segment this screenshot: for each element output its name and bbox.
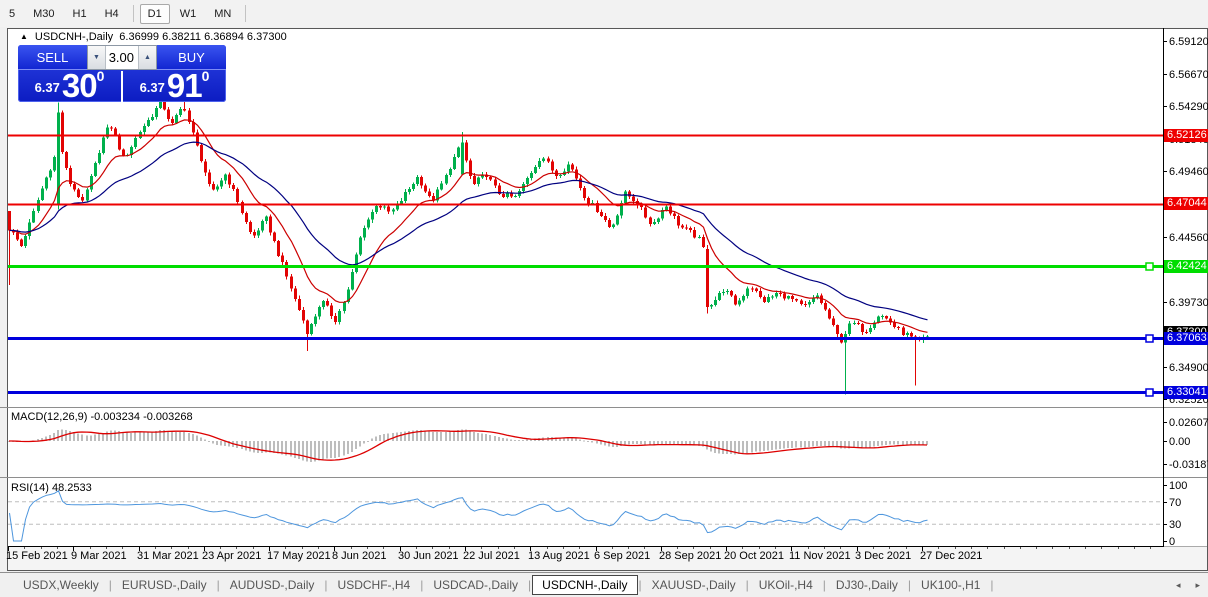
- tab-scroll-left-icon[interactable]: ◂: [1176, 580, 1181, 591]
- timeframe-button-5[interactable]: 5: [1, 4, 23, 24]
- buy-price-small: 6.37: [139, 80, 165, 95]
- tab-scroll-right-icon[interactable]: ▸: [1195, 580, 1200, 591]
- buy-price-display[interactable]: 6.37 91 0: [123, 67, 226, 104]
- line-handle[interactable]: [1145, 388, 1154, 397]
- timeframe-toolbar: 5 M30 H1 H4 D1 W1 MN: [0, 0, 1208, 27]
- sell-price-display[interactable]: 6.37 30 0: [18, 67, 121, 104]
- tab-separator: |: [420, 578, 424, 592]
- chevron-down-icon: ▼: [93, 54, 100, 61]
- macd-histogram: [8, 429, 928, 462]
- timeframe-button-m30[interactable]: M30: [25, 4, 62, 24]
- chart-tab[interactable]: UKOil-,H4: [750, 576, 822, 594]
- candlesticks: [8, 96, 929, 395]
- tab-separator: |: [324, 578, 328, 592]
- volume-input[interactable]: 3.00: [106, 46, 138, 69]
- tab-separator: |: [822, 578, 826, 592]
- rsi-line: [9, 490, 928, 542]
- timeframe-button-d1[interactable]: D1: [139, 3, 170, 24]
- timeframe-button-w1[interactable]: W1: [172, 4, 205, 24]
- line-handle[interactable]: [1145, 262, 1154, 271]
- line-handle[interactable]: [1145, 334, 1154, 343]
- volume-decrease-button[interactable]: ▼: [88, 46, 106, 69]
- chart-tab[interactable]: USDX,Weekly: [14, 576, 108, 594]
- toolbar-separator: [245, 5, 247, 22]
- date-ticks: [8, 547, 1151, 551]
- tab-separator: |: [907, 578, 912, 592]
- chevron-up-icon: ▲: [144, 54, 151, 61]
- tab-separator: |: [216, 578, 220, 592]
- chart-tab[interactable]: USDCAD-,Daily: [424, 576, 527, 594]
- buy-price-big: 91: [166, 67, 203, 104]
- toolbar-separator: [132, 5, 134, 22]
- tab-scroll-arrows: ◂ ▸: [1176, 573, 1200, 597]
- chart-tab[interactable]: USDCHF-,H4: [329, 576, 420, 594]
- timeframe-button-mn[interactable]: MN: [206, 4, 239, 24]
- one-click-trade-panel: SELL ▼ 3.00 ▲ BUY 6.37 30 0 6.37 91 0: [18, 45, 226, 102]
- chart-tab[interactable]: XAUUSD-,Daily: [643, 576, 745, 594]
- tab-separator: |: [108, 578, 112, 592]
- volume-spinner: ▼ 3.00 ▲: [87, 45, 157, 70]
- pane-separators: [0, 28, 1207, 547]
- sell-price-small: 6.37: [34, 80, 60, 95]
- chart-tab[interactable]: USDCNH-,Daily: [532, 575, 638, 595]
- tab-separator: |: [745, 578, 749, 592]
- axis-ticks: [1163, 41, 1167, 542]
- timeframe-button-h1[interactable]: H1: [65, 4, 95, 24]
- tab-separator: |: [990, 578, 994, 592]
- sell-price-big: 30: [61, 67, 98, 104]
- tab-separator: |: [528, 578, 532, 592]
- chart-tab-bar: USDX,Weekly | EURUSD-,Daily | AUDUSD-,Daily |…: [0, 572, 1208, 597]
- sell-price-sup: 0: [96, 68, 105, 84]
- chart-tab[interactable]: UK100-,H1: [912, 576, 989, 594]
- chart-tab[interactable]: DJ30-,Daily: [827, 576, 907, 594]
- chart-tab[interactable]: EURUSD-,Daily: [113, 576, 216, 594]
- timeframe-button-h4[interactable]: H4: [97, 4, 127, 24]
- tab-separator: |: [638, 578, 642, 592]
- ma-fast-line: [9, 119, 928, 333]
- chart-tab[interactable]: AUDUSD-,Daily: [221, 576, 324, 594]
- buy-price-sup: 0: [201, 68, 210, 84]
- volume-increase-button[interactable]: ▲: [138, 46, 156, 69]
- macd-signal-line: [9, 430, 928, 461]
